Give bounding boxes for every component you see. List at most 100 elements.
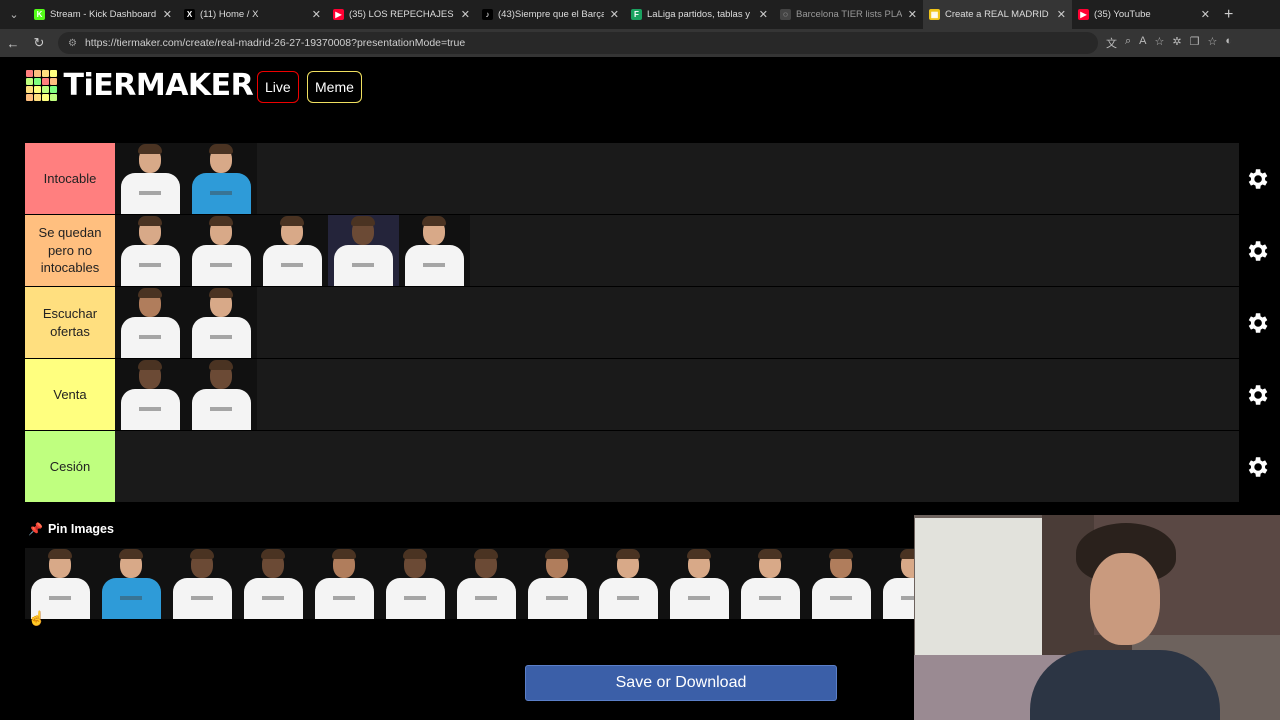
tier-row: Escuchar ofertas bbox=[25, 287, 1239, 359]
browser-tab[interactable]: X (11) Home / X ✕ bbox=[178, 0, 327, 29]
reload-icon[interactable]: ↻ bbox=[26, 35, 52, 51]
tier-label[interactable]: Venta bbox=[25, 359, 115, 430]
tier-label[interactable]: Cesión bbox=[25, 431, 115, 502]
player-card[interactable] bbox=[186, 287, 257, 358]
close-tab-icon[interactable]: ✕ bbox=[312, 8, 321, 21]
player-card[interactable] bbox=[735, 548, 806, 619]
live-button[interactable]: Live bbox=[257, 71, 299, 103]
player-card[interactable] bbox=[664, 548, 735, 619]
tier-drop-zone[interactable] bbox=[115, 359, 1239, 430]
translate-icon[interactable]: 文 bbox=[1106, 35, 1117, 51]
pin-images-toggle[interactable]: 📌 Pin Images bbox=[28, 522, 114, 536]
browser-tab[interactable]: F LaLiga partidos, tablas y noti ✕ bbox=[625, 0, 774, 29]
close-tab-icon[interactable]: ✕ bbox=[163, 8, 172, 21]
player-card[interactable] bbox=[399, 215, 470, 286]
tier-settings-gear-icon[interactable] bbox=[1244, 238, 1270, 264]
tab-title: (43)Siempre que el Barça y e bbox=[498, 9, 604, 20]
player-card[interactable] bbox=[451, 548, 522, 619]
player-card[interactable] bbox=[115, 143, 186, 214]
browser-tab[interactable]: ▶ (35) YouTube ✕ bbox=[1072, 0, 1216, 29]
player-card[interactable] bbox=[522, 548, 593, 619]
tiktok-icon: ♪ bbox=[482, 9, 493, 20]
tier-label[interactable]: Se quedan pero no intocables bbox=[25, 215, 115, 286]
browser-tab[interactable]: ▶ (35) LOS REPECHAJES MAS A ✕ bbox=[327, 0, 476, 29]
streamer-shirt bbox=[1030, 650, 1220, 720]
tier-drop-zone[interactable] bbox=[115, 215, 1239, 286]
player-card[interactable] bbox=[96, 548, 167, 619]
player-card[interactable] bbox=[309, 548, 380, 619]
read-aloud-icon[interactable]: A bbox=[1139, 35, 1146, 51]
player-card[interactable] bbox=[593, 548, 664, 619]
close-tab-icon[interactable]: ✕ bbox=[1201, 8, 1210, 21]
tab-title: Barcelona TIER lists PLAYER bbox=[796, 9, 902, 20]
site-info-icon[interactable]: ⚙ bbox=[68, 38, 77, 49]
player-card[interactable] bbox=[167, 548, 238, 619]
tier-settings-gear-icon[interactable] bbox=[1244, 166, 1270, 192]
close-tab-icon[interactable]: ✕ bbox=[461, 8, 470, 21]
player-card[interactable] bbox=[257, 215, 328, 286]
extensions-icon[interactable]: ✲ bbox=[1172, 35, 1181, 51]
tier-label[interactable]: Intocable bbox=[25, 143, 115, 214]
collections-icon[interactable]: ❐ bbox=[1190, 35, 1200, 51]
tier-settings-gear-icon[interactable] bbox=[1244, 310, 1270, 336]
tab-title: (11) Home / X bbox=[200, 9, 259, 20]
player-card[interactable] bbox=[186, 215, 257, 286]
loading-icon: ◌ bbox=[780, 9, 791, 20]
tier-settings-gear-icon[interactable] bbox=[1244, 382, 1270, 408]
pin-images-label: Pin Images bbox=[47, 522, 114, 536]
x-icon: X bbox=[184, 9, 195, 20]
tab-title: Stream - Kick Dashboard bbox=[50, 9, 157, 20]
youtube-icon: ▶ bbox=[1078, 9, 1089, 20]
player-card[interactable] bbox=[186, 143, 257, 214]
zoom-icon[interactable]: ⌕ bbox=[1125, 35, 1131, 51]
kick-icon: K bbox=[34, 9, 45, 20]
meme-button[interactable]: Meme bbox=[307, 71, 362, 103]
browser-tab[interactable]: ♪ (43)Siempre que el Barça y e ✕ bbox=[476, 0, 625, 29]
close-tab-icon[interactable]: ✕ bbox=[1057, 8, 1066, 21]
close-tab-icon[interactable]: ✕ bbox=[908, 8, 917, 21]
player-card[interactable] bbox=[186, 359, 257, 430]
favorite-star-icon[interactable]: ☆ bbox=[1155, 35, 1165, 51]
player-card[interactable] bbox=[806, 548, 877, 619]
tier-row: Venta bbox=[25, 359, 1239, 431]
close-tab-icon[interactable]: ✕ bbox=[759, 8, 768, 21]
image-pool bbox=[25, 548, 915, 620]
favorites-icon[interactable]: ☆ bbox=[1207, 35, 1217, 51]
player-card[interactable] bbox=[328, 215, 399, 286]
pin-icon: 📌 bbox=[28, 522, 43, 536]
browser-tab[interactable]: ◌ Barcelona TIER lists PLAYER ✕ bbox=[774, 0, 923, 29]
tier-label[interactable]: Escuchar ofertas bbox=[25, 287, 115, 358]
logo-grid-icon bbox=[26, 70, 57, 101]
player-card[interactable] bbox=[115, 215, 186, 286]
tab-title: LaLiga partidos, tablas y noti bbox=[647, 9, 753, 20]
url-text: https://tiermaker.com/create/real-madrid… bbox=[84, 37, 466, 49]
profile-icon[interactable]: ◐ bbox=[1225, 35, 1232, 51]
streamer-face bbox=[1090, 553, 1160, 645]
tier-drop-zone[interactable] bbox=[115, 143, 1239, 214]
player-card[interactable] bbox=[877, 548, 915, 619]
player-card[interactable] bbox=[115, 287, 186, 358]
new-tab-button[interactable]: + bbox=[1224, 6, 1233, 24]
address-toolbar: ← ↻ ⚙ https://tiermaker.com/create/real-… bbox=[0, 29, 1280, 57]
tiermaker-logo[interactable]: TiERMAKER bbox=[26, 68, 254, 103]
tab-title: (35) LOS REPECHAJES MAS A bbox=[349, 9, 455, 20]
tier-drop-zone[interactable] bbox=[115, 431, 1239, 502]
player-card[interactable] bbox=[238, 548, 309, 619]
save-or-download-button[interactable]: Save or Download bbox=[525, 665, 837, 701]
youtube-icon: ▶ bbox=[333, 9, 344, 20]
browser-tab[interactable]: K Stream - Kick Dashboard ✕ bbox=[28, 0, 178, 29]
player-card[interactable] bbox=[380, 548, 451, 619]
url-field[interactable]: ⚙ https://tiermaker.com/create/real-madr… bbox=[58, 32, 1098, 54]
tier-drop-zone[interactable] bbox=[115, 287, 1239, 358]
tab-title: (35) YouTube bbox=[1094, 9, 1151, 20]
tier-settings-gear-icon[interactable] bbox=[1244, 454, 1270, 480]
mouse-cursor-icon: ☝ bbox=[28, 610, 46, 626]
back-icon[interactable]: ← bbox=[0, 36, 26, 51]
tier-row: Intocable bbox=[25, 143, 1239, 215]
browser-tab[interactable]: ▦ Create a REAL MADRID 26/2 ✕ bbox=[923, 0, 1072, 29]
logo-text: TiERMAKER bbox=[63, 68, 254, 103]
close-tab-icon[interactable]: ✕ bbox=[610, 8, 619, 21]
player-card[interactable] bbox=[25, 548, 96, 619]
player-card[interactable] bbox=[115, 359, 186, 430]
tab-search-icon[interactable]: ⌄ bbox=[0, 0, 28, 29]
